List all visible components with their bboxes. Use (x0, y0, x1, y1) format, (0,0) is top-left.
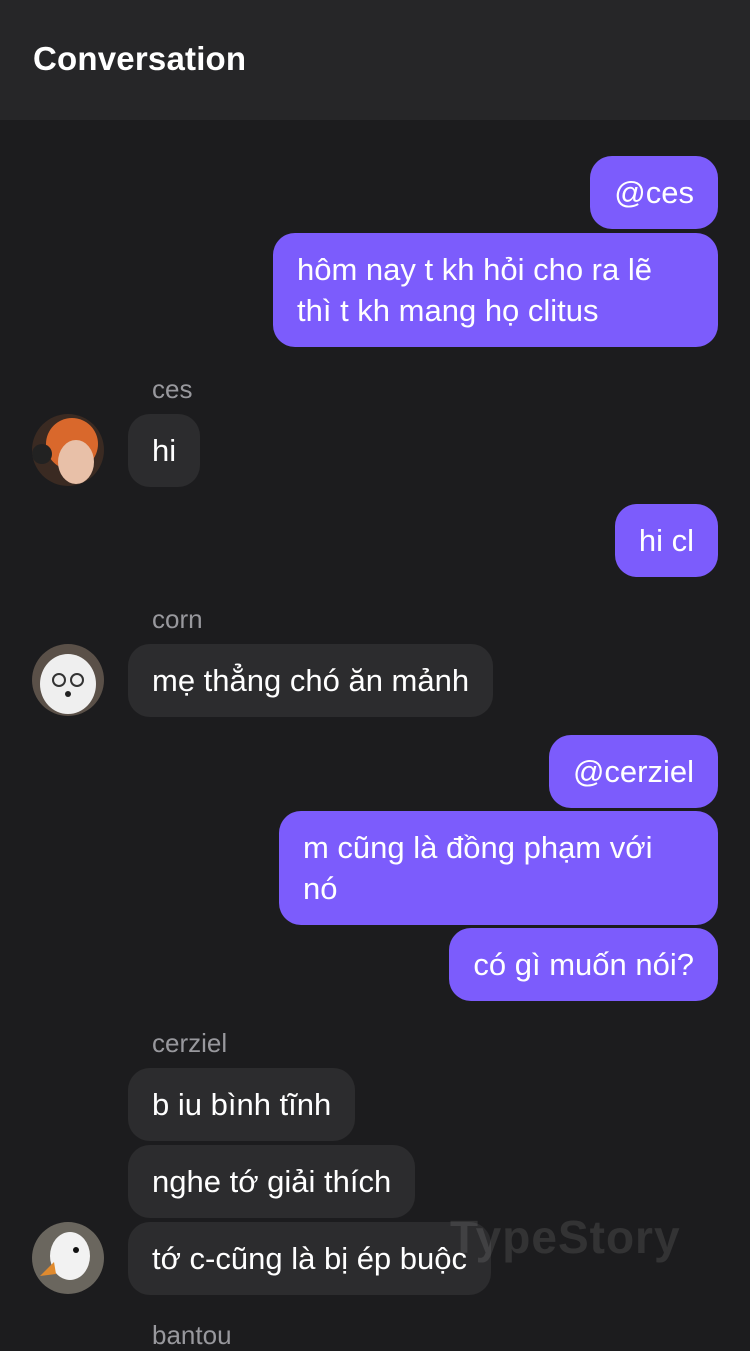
page-title: Conversation (33, 40, 247, 77)
message-bubble-incoming[interactable]: hi (128, 414, 201, 487)
message-bubble-outgoing[interactable]: có gì muốn nói? (449, 928, 718, 1001)
avatar[interactable] (32, 644, 104, 716)
message-bubble-incoming[interactable]: b iu bình tĩnh (128, 1068, 356, 1141)
watermark: TypeStory (450, 1211, 681, 1263)
message-bubble-outgoing[interactable]: hi cl (614, 504, 718, 577)
sender-name: ces (152, 374, 193, 404)
message-bubble-outgoing[interactable]: m cũng là đồng phạm với nó (279, 811, 718, 925)
message-bubble-incoming[interactable]: mẹ thẳng chó ăn mảnh (128, 644, 494, 717)
message-bubble-outgoing[interactable]: hôm nay t kh hỏi cho ra lẽ thì t kh mang… (273, 233, 718, 347)
message-bubble-incoming[interactable]: nghe tớ giải thích (128, 1145, 416, 1218)
message-bubble-outgoing[interactable]: @ces (590, 156, 718, 229)
message-bubble-outgoing[interactable]: @cerziel (548, 735, 718, 808)
sender-name: cerziel (152, 1028, 228, 1058)
sender-name: corn (152, 604, 203, 634)
message-bubble-incoming[interactable]: tớ c-cũng là bị ép buộc (128, 1222, 492, 1295)
sender-name: bantou (152, 1320, 232, 1350)
avatar[interactable] (32, 1222, 104, 1294)
conversation-header: Conversation (0, 0, 750, 120)
avatar[interactable] (32, 414, 104, 486)
